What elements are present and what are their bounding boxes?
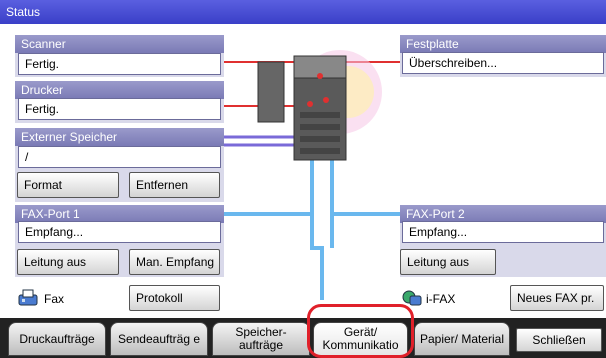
printer-header: Drucker xyxy=(15,81,224,99)
device-tray-3 xyxy=(300,136,340,142)
fax2-line xyxy=(330,212,400,248)
tab-print-jobs[interactable]: Druckaufträge xyxy=(8,322,106,356)
external-storage-header: Externer Speicher xyxy=(15,128,224,146)
external-storage-path: / xyxy=(18,146,221,168)
scanner-title: Scanner xyxy=(21,37,66,51)
status-dot-2 xyxy=(307,101,313,107)
device-body xyxy=(293,77,347,161)
status-dot-3 xyxy=(323,97,329,103)
fax-port2-title: FAX-Port 2 xyxy=(406,207,465,221)
format-button[interactable]: Format xyxy=(17,172,119,198)
ifax-label: i-FAX xyxy=(426,292,456,306)
printer-status: Fertig. xyxy=(18,98,221,120)
scanner-status: Fertig. xyxy=(18,53,221,75)
close-button[interactable]: Schließen xyxy=(516,328,602,352)
device-tray-4 xyxy=(300,148,340,154)
scanner-header: Scanner xyxy=(15,35,224,53)
harddisk-header: Festplatte xyxy=(400,35,606,53)
fax1-line xyxy=(224,212,324,250)
tab-storage-jobs[interactable]: Speicher- aufträge xyxy=(212,322,310,356)
remove-button[interactable]: Entfernen xyxy=(129,172,220,198)
selected-tab-highlight xyxy=(307,304,414,358)
fax-port1-status: Empfang... xyxy=(18,221,221,243)
harddisk-title: Festplatte xyxy=(406,37,459,51)
fax-label: Fax xyxy=(44,292,65,306)
device-tray-1 xyxy=(300,112,340,118)
device-finisher xyxy=(257,61,285,123)
fax1-line-off-button[interactable]: Leitung aus xyxy=(17,249,119,275)
harddisk-status: Überschreiben... xyxy=(402,52,604,74)
fax-icon xyxy=(18,289,38,310)
manual-receive-button[interactable]: Man. Empfang xyxy=(129,249,220,275)
tab-send-jobs[interactable]: Sendeaufträg e xyxy=(110,322,208,356)
device-tray-2 xyxy=(300,124,340,130)
external-storage-title: Externer Speicher xyxy=(21,130,118,144)
tab-paper-material[interactable]: Papier/ Material xyxy=(414,322,510,356)
new-fax-button[interactable]: Neues FAX pr. xyxy=(510,285,604,311)
fax-port1-title: FAX-Port 1 xyxy=(21,207,80,221)
fax-log-button[interactable]: Protokoll xyxy=(129,285,220,311)
printer-title: Drucker xyxy=(21,83,64,97)
fax2-line-off-button[interactable]: Leitung aus xyxy=(400,249,496,275)
fax-port2-status: Empfang... xyxy=(402,221,604,243)
status-dot-1 xyxy=(317,73,323,79)
